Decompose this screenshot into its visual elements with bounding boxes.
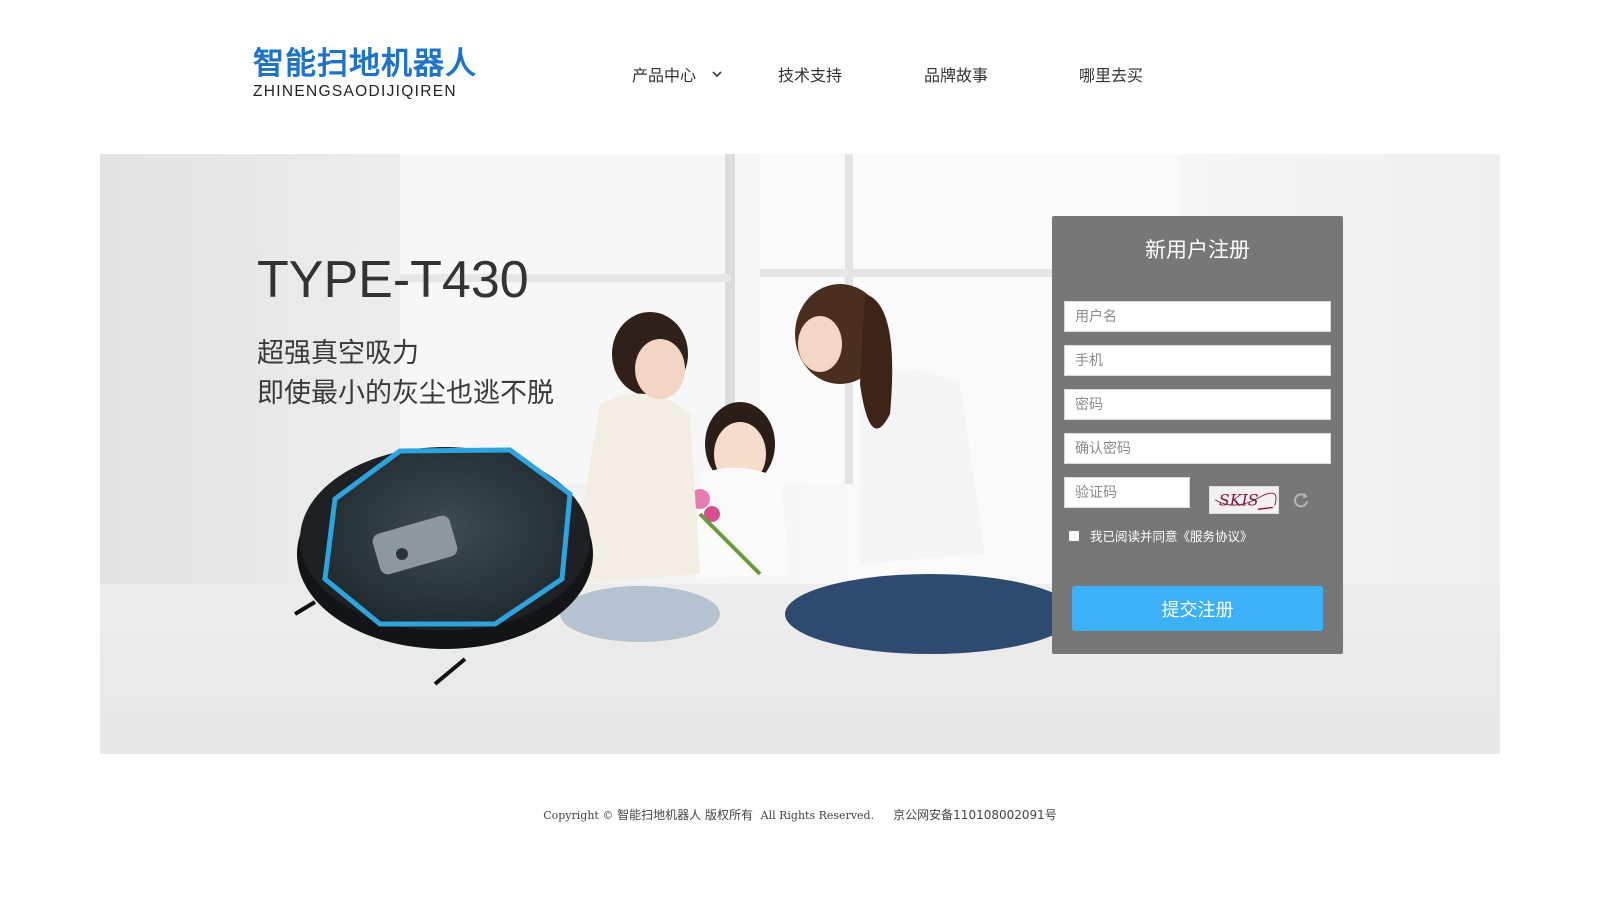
nav-item-label: 品牌故事 (924, 66, 989, 85)
logo[interactable]: 智能扫地机器人 ZHINENGSAODIJIQIREN (253, 46, 493, 104)
slogan-line-2: 即使最小的灰尘也逃不脱 (257, 378, 554, 409)
register-form: 新用户注册 SKIS 我已阅读并同意《服务协议》 提交注册 (1052, 216, 1343, 654)
nav-item-label: 哪里去买 (1079, 66, 1144, 85)
nav-item-products[interactable]: 产品中心 (632, 64, 722, 88)
password-input[interactable] (1064, 389, 1331, 420)
submit-register-button[interactable]: 提交注册 (1072, 586, 1323, 631)
footer-rights-cn: 版权所有 (705, 808, 754, 822)
nav-item-label: 产品中心 (632, 66, 697, 85)
captcha-text: SKIS (1219, 491, 1259, 510)
copyright-prefix: Copyright © (543, 809, 614, 822)
nav-item-label: 技术支持 (778, 66, 843, 85)
nav-item-where-to-buy[interactable]: 哪里去买 (1079, 64, 1143, 88)
logo-text-en: ZHINENGSAODIJIQIREN (253, 83, 457, 100)
agree-terms[interactable]: 我已阅读并同意《服务协议》 (1068, 528, 1253, 546)
footer-rights-en: All Rights Reserved. (760, 809, 875, 822)
banner-floor (100, 708, 1500, 754)
refresh-icon[interactable] (1292, 491, 1310, 509)
phone-input[interactable] (1064, 345, 1331, 376)
slogan-line-1: 超强真空吸力 (257, 338, 419, 369)
site-footer: Copyright © 智能扫地机器人 版权所有 All Rights Rese… (0, 806, 1600, 823)
confirm-password-input[interactable] (1064, 433, 1331, 464)
product-model-title: TYPE-T430 (257, 251, 529, 309)
agree-text: 我已阅读并同意《服务协议》 (1089, 529, 1253, 544)
captcha-image[interactable]: SKIS (1209, 486, 1279, 514)
logo-text-cn: 智能扫地机器人 (253, 46, 477, 82)
footer-brand: 智能扫地机器人 (617, 808, 702, 822)
agree-checkbox[interactable] (1068, 530, 1080, 542)
username-input[interactable] (1064, 301, 1331, 332)
verification-code-input[interactable] (1064, 477, 1190, 508)
site-header: 智能扫地机器人 ZHINENGSAODIJIQIREN 产品中心 技术支持 品牌… (0, 0, 1600, 150)
nav-item-brand-story[interactable]: 品牌故事 (924, 64, 988, 88)
footer-icp[interactable]: 京公网安备110108002091号 (893, 808, 1057, 822)
register-title: 新用户注册 (1145, 238, 1250, 262)
chevron-down-icon (712, 71, 722, 78)
nav-item-support[interactable]: 技术支持 (778, 64, 842, 88)
